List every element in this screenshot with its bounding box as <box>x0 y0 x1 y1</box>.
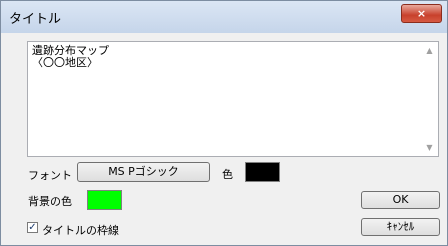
title-text-content: 遺跡分布マップ 〈〇〇地区〉 <box>32 44 109 69</box>
vertical-scrollbar[interactable]: ▲ ▼ <box>421 42 438 156</box>
scroll-up-arrow-icon[interactable]: ▲ <box>421 42 438 59</box>
font-select-button[interactable]: MS Pゴシック <box>77 162 210 182</box>
frame-checkbox[interactable]: ✓ <box>27 222 38 233</box>
window-title: タイトル <box>9 12 62 27</box>
title-text-area[interactable]: 遺跡分布マップ 〈〇〇地区〉 ▲ ▼ <box>27 41 439 157</box>
scroll-down-arrow-icon[interactable]: ▼ <box>421 139 438 156</box>
close-icon: × <box>416 7 427 20</box>
font-color-label: 色 <box>222 168 233 181</box>
font-color-swatch[interactable] <box>245 162 280 182</box>
background-color-swatch[interactable] <box>87 190 122 210</box>
checkmark-icon: ✓ <box>28 222 37 233</box>
title-dialog: タイトル × 遺跡分布マップ 〈〇〇地区〉 ▲ ▼ フォント MS Pゴシック … <box>0 0 448 246</box>
title-bar: タイトル × <box>1 1 447 33</box>
background-color-label: 背景の色 <box>28 195 72 208</box>
font-label: フォント <box>28 169 72 182</box>
ok-button[interactable]: OK <box>361 191 440 209</box>
cancel-button[interactable]: ｷｬﾝｾﾙ <box>361 218 440 236</box>
frame-checkbox-label: タイトルの枠線 <box>42 224 119 237</box>
close-button[interactable]: × <box>401 4 442 23</box>
